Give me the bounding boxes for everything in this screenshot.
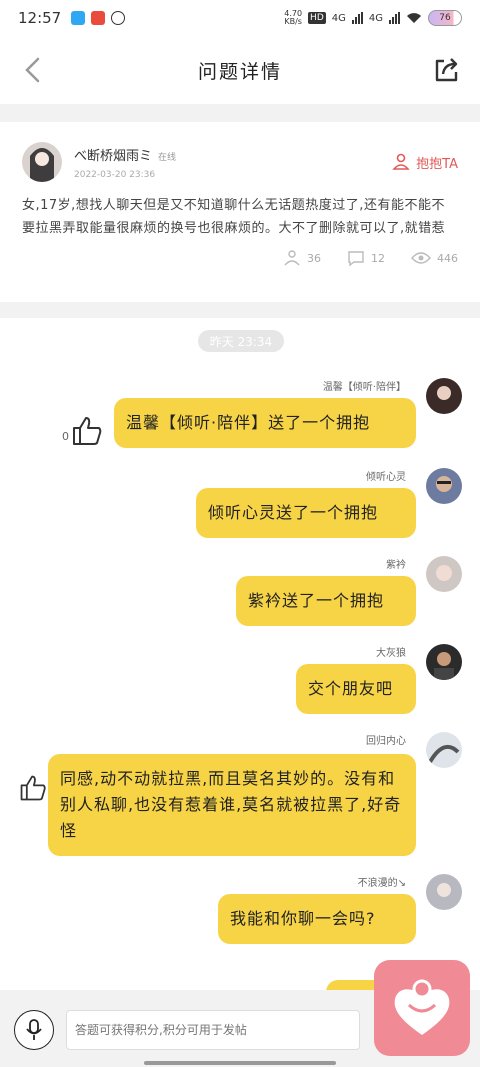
thumbs-up-icon[interactable] [18, 772, 48, 804]
hug-float-button[interactable] [374, 960, 470, 1056]
answer-list[interactable]: 昨天 23:34 温馨【倾听·陪伴】 温馨【倾听·陪伴】送了一个拥抱 0 倾听心… [0, 318, 480, 990]
qq-notification-icon [71, 11, 86, 25]
sender-avatar[interactable] [426, 468, 462, 504]
heart-person-icon [394, 979, 450, 1035]
message-bubble: 紫衿送了一个拥抱 [236, 576, 416, 626]
sender-avatar[interactable] [426, 644, 462, 680]
chat-message: 倾听心灵 倾听心灵送了一个拥抱 [22, 468, 462, 540]
sender-name[interactable]: 紫衿 [386, 556, 406, 571]
app-header: 问题详情 [0, 36, 480, 104]
message-bubble: 倾听心灵送了一个拥抱 [196, 488, 416, 538]
question-date: 2022-03-20 23:36 [74, 169, 156, 180]
comment-icon [348, 251, 364, 266]
back-arrow-icon[interactable] [20, 56, 46, 84]
author-meta: べ断桥烟雨ミ 在线 2022-03-20 23:36 [74, 145, 176, 180]
chat-message: 大灰狼 交个朋友吧 [22, 644, 462, 716]
battery-icon: 76 [428, 10, 462, 26]
page-title: 问题详情 [197, 60, 282, 83]
voice-input-button[interactable] [14, 1010, 54, 1050]
author-badge: 在线 [158, 152, 177, 163]
app-notification-icon [91, 11, 106, 25]
sender-name[interactable]: 大灰狼 [376, 644, 406, 659]
hug-count[interactable]: 36 [283, 250, 321, 266]
hd-badge: HD [308, 12, 326, 24]
status-time: 12:57 [18, 9, 62, 27]
nfc-icon [111, 11, 126, 25]
hug-ta-button[interactable]: 抱抱TA [392, 153, 458, 172]
sender-name[interactable]: 倾听心灵 [366, 468, 406, 483]
question-card: べ断桥烟雨ミ 在线 2022-03-20 23:36 抱抱TA 女,17岁,想找人… [0, 122, 480, 302]
question-text: 女,17岁,想找人聊天但是又不知道聊什么无话题热度过了,还有能不能不要拉黑弄取能… [22, 198, 446, 236]
net-speed: 4.70 KB/s [284, 9, 303, 26]
comment-count[interactable]: 12 [347, 250, 385, 266]
chat-time-label: 昨天 23:34 [198, 330, 284, 352]
question-stats: 36 12 446 [22, 250, 458, 266]
eye-icon [411, 252, 431, 264]
chat-message: 温馨【倾听·陪伴】 温馨【倾听·陪伴】送了一个拥抱 0 [22, 378, 462, 448]
chat-message: 紫衿 紫衿送了一个拥抱 [22, 556, 462, 628]
author-name[interactable]: べ断桥烟雨ミ [74, 149, 152, 164]
network-4g-b: 4G [368, 12, 383, 24]
like-count: 0 [62, 430, 69, 443]
home-indicator[interactable] [144, 1061, 336, 1065]
sender-avatar[interactable] [426, 556, 462, 592]
message-bubble: 交个朋友吧 [296, 664, 416, 714]
microphone-icon [26, 1019, 42, 1040]
signal-icon-2 [389, 12, 400, 24]
sender-name[interactable]: 不浪漫的↘ [358, 874, 406, 889]
question-header: べ断桥烟雨ミ 在线 2022-03-20 23:36 抱抱TA [22, 140, 458, 184]
share-icon[interactable] [432, 56, 460, 84]
signal-icon [351, 12, 363, 24]
wifi-icon [407, 13, 421, 23]
hug-icon [392, 153, 410, 170]
chat-message: 回归内心 同感,动不动就拉黑,而且莫名其妙的。没有和别人私聊,也没有惹着谁,莫名… [20, 732, 462, 862]
network-4g-a: 4G [331, 12, 346, 24]
sender-avatar[interactable] [426, 874, 462, 910]
author-name-row: べ断桥烟雨ミ 在线 [74, 145, 176, 164]
sender-name[interactable]: 温馨【倾听·陪伴】 [323, 378, 406, 393]
answer-input[interactable] [66, 1010, 360, 1050]
message-bubble: 温馨【倾听·陪伴】送了一个拥抱 [114, 398, 416, 448]
sender-name[interactable]: 回归内心 [366, 732, 406, 747]
status-bar: 12:57 4.70 KB/s HD 4G 4G 76 [0, 0, 480, 36]
message-bubble: 同感,动不动就拉黑,而且莫名其妙的。没有和别人私聊,也没有惹着谁,莫名就被拉黑了… [48, 754, 416, 856]
message-bubble: 我能和你聊一会吗? [218, 894, 416, 944]
author-avatar[interactable] [22, 142, 62, 182]
sender-avatar[interactable] [426, 378, 462, 414]
status-right: 4.70 KB/s HD 4G 4G 76 [284, 10, 462, 26]
thumbs-up-icon[interactable] [70, 414, 104, 448]
sender-avatar[interactable] [426, 732, 462, 768]
chat-message: 不浪漫的↘ 我能和你聊一会吗? [22, 874, 462, 946]
hug-ta-label: 抱抱TA [416, 156, 458, 172]
view-count: 446 [411, 250, 458, 266]
hug-count-icon [284, 250, 300, 266]
